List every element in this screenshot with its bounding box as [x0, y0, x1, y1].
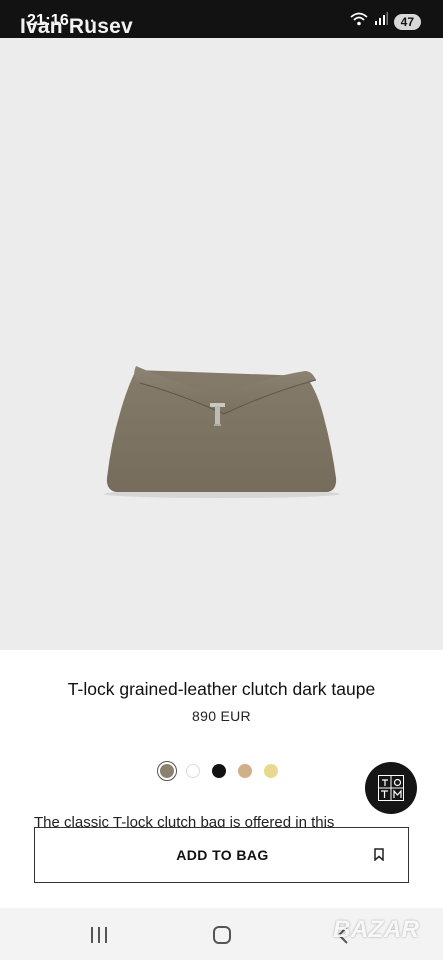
clutch-bag-image — [104, 366, 340, 498]
swatch-white[interactable] — [186, 764, 200, 778]
add-to-bag-button[interactable]: ADD TO BAG — [34, 827, 409, 883]
brand-monogram-button[interactable] — [365, 762, 417, 814]
swatch-dark-taupe[interactable] — [157, 761, 177, 781]
swatch-tan[interactable] — [238, 764, 252, 778]
watermark-name: Ivan Rusev — [20, 15, 133, 38]
recent-apps-icon[interactable] — [90, 926, 108, 949]
swatch-black[interactable] — [212, 764, 226, 778]
product-image[interactable] — [0, 38, 443, 650]
swatch-butter-yellow[interactable] — [264, 764, 278, 778]
bazar-watermark-logo: BAZAR — [333, 916, 420, 943]
bookmark-icon[interactable] — [374, 848, 384, 866]
wifi-icon — [350, 12, 368, 31]
color-swatches — [157, 761, 278, 781]
product-title: T-lock grained-leather clutch dark taupe — [67, 679, 376, 699]
add-to-bag-label: ADD TO BAG — [176, 847, 269, 863]
product-price: 890 EUR — [192, 708, 251, 724]
signal-icon — [374, 12, 388, 31]
home-icon[interactable] — [213, 926, 231, 944]
battery-indicator: 47 — [393, 13, 421, 30]
system-nav-bar: BAZAR — [0, 908, 443, 960]
status-icons: 47 — [350, 12, 421, 31]
toteme-monogram-icon — [378, 775, 404, 801]
status-bar: 21:16 • • Ivan Rusev 47 — [0, 0, 443, 38]
